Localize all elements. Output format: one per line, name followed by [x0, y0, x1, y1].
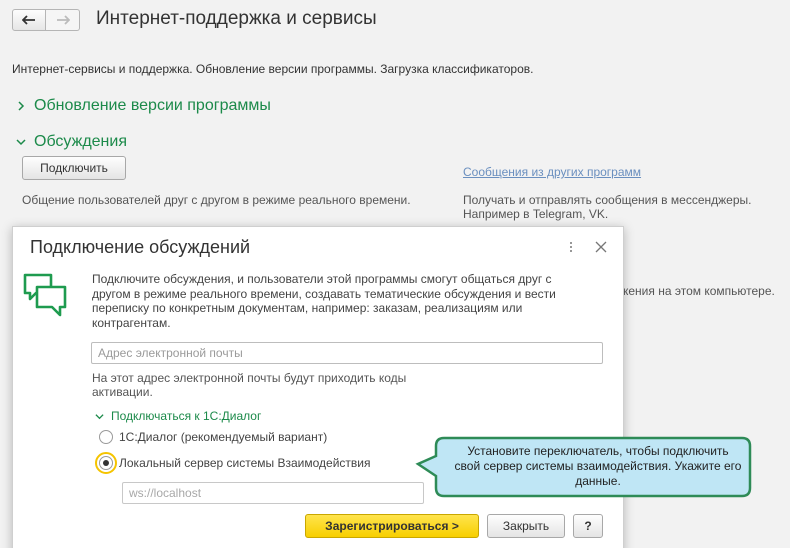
radio-button[interactable]: [99, 430, 113, 444]
discussions-description: Общение пользователей друг с другом в ре…: [22, 193, 411, 207]
section-update[interactable]: Обновление версии программы: [16, 97, 271, 115]
close-button[interactable]: Закрыть: [487, 514, 565, 538]
chevron-down-icon: [95, 413, 104, 419]
help-button[interactable]: ?: [573, 514, 603, 538]
radio-label: 1С:Диалог (рекомендуемый вариант): [119, 430, 328, 444]
more-icon[interactable]: [565, 239, 577, 255]
page-title: Интернет-поддержка и сервисы: [96, 8, 377, 29]
chevron-right-icon: [18, 101, 25, 111]
email-input[interactable]: [91, 342, 603, 364]
register-button[interactable]: Зарегистрироваться >: [305, 514, 479, 538]
hint-callout: Установите переключатель, чтобы подключи…: [414, 434, 754, 500]
other-programs-link[interactable]: Сообщения из других программ: [463, 165, 641, 179]
back-button[interactable]: [12, 9, 46, 31]
connect-button[interactable]: Подключить: [22, 156, 126, 180]
server-address-input[interactable]: [122, 482, 424, 504]
radio-option-local-server[interactable]: Локальный сервер системы Взаимодействия: [95, 452, 371, 474]
section-update-label: Обновление версии программы: [34, 97, 271, 114]
email-hint: На этот адрес электронной почты будут пр…: [92, 371, 407, 399]
chat-bubbles-icon: [23, 273, 67, 317]
dialog-description: Подключите обсуждения, и пользователи эт…: [92, 272, 556, 330]
section-discussions-label: Обсуждения: [34, 133, 127, 150]
close-icon[interactable]: [595, 241, 607, 253]
arrow-left-icon: [22, 15, 35, 25]
section-discussions[interactable]: Обсуждения: [16, 133, 127, 151]
subsection-label: Подключаться к 1С:Диалог: [111, 409, 262, 423]
messengers-description: Получать и отправлять сообщения в мессен…: [463, 193, 752, 221]
dialog-title: Подключение обсуждений: [30, 237, 251, 257]
nav-buttons: [12, 9, 80, 31]
arrow-right-icon: [56, 15, 70, 25]
partial-text: кения на этом компьютере.: [623, 284, 775, 298]
callout-text: Установите переключатель, чтобы подключи…: [454, 444, 742, 488]
forward-button[interactable]: [46, 9, 80, 31]
chevron-down-icon: [16, 139, 26, 146]
radio-label: Локальный сервер системы Взаимодействия: [119, 456, 371, 470]
intro-text: Интернет-сервисы и поддержка. Обновление…: [12, 62, 534, 76]
radio-button-selected[interactable]: [95, 452, 117, 474]
radio-option-1c-dialog[interactable]: 1С:Диалог (рекомендуемый вариант): [99, 430, 327, 444]
connect-to-dialog-section[interactable]: Подключаться к 1С:Диалог: [95, 409, 261, 423]
